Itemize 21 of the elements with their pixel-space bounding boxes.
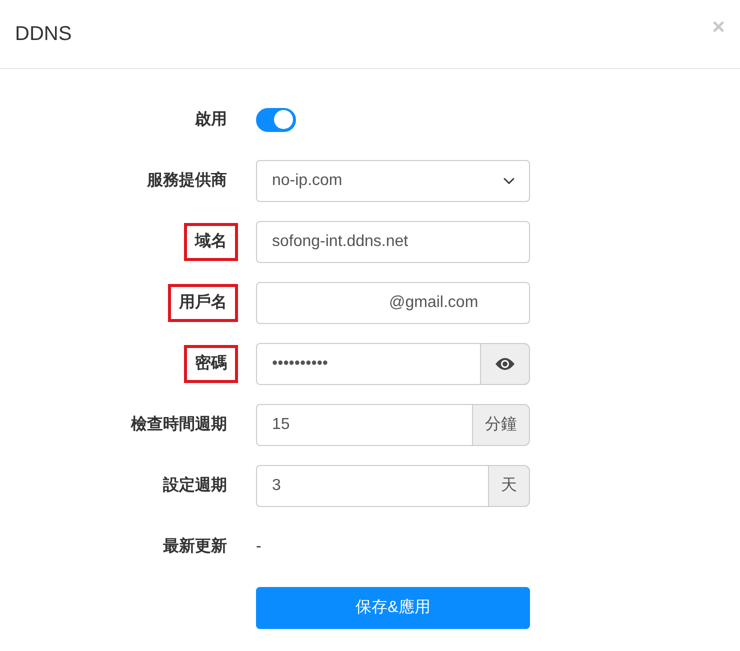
input-field[interactable]: @gmail.com xyxy=(256,282,530,324)
input-field[interactable]: sofong-int.ddns.net xyxy=(256,220,530,262)
field-label: 密碼 xyxy=(184,344,238,382)
eye-icon xyxy=(495,356,515,370)
field-label: 最新更新 xyxy=(162,536,228,556)
field-label: 域名 xyxy=(184,222,238,260)
field-label: 服務提供商 xyxy=(146,170,228,190)
unit-label: 分鐘 xyxy=(472,404,530,446)
show-password-button[interactable] xyxy=(480,342,530,384)
unit-label: 天 xyxy=(488,464,530,506)
status-value: - xyxy=(256,538,262,554)
field-label: 用戶名 xyxy=(168,284,238,322)
input-field[interactable]: 15 xyxy=(256,404,473,446)
input-field[interactable]: 3 xyxy=(256,464,489,506)
field-label: 設定週期 xyxy=(162,475,228,496)
dialog-title: DDNS xyxy=(15,22,72,46)
field-label: 檢查時間週期 xyxy=(130,414,228,434)
field-label: 啟用 xyxy=(194,110,228,130)
toggle-switch[interactable] xyxy=(256,108,296,132)
password-field[interactable]: •••••••••• xyxy=(256,342,481,384)
provider-select[interactable]: no-ip.com xyxy=(256,160,530,202)
